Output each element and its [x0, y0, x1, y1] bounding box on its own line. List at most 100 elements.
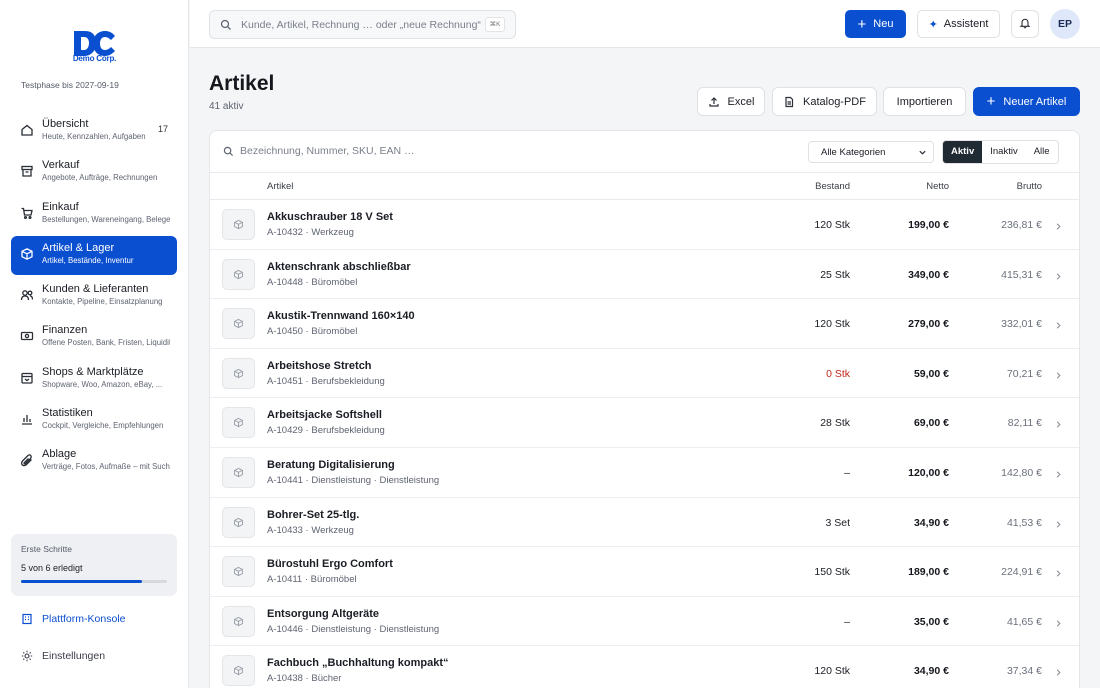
- sidebar-item-einkauf[interactable]: Einkauf Bestellungen, Wareneingang, Bele…: [11, 195, 177, 234]
- sidebar-item-shops[interactable]: Shops & Marktplätze Shopware, Woo, Amazo…: [11, 360, 177, 399]
- column-header-gross[interactable]: Brutto: [1017, 181, 1042, 192]
- article-meta: A-10433 · Werkzeug: [267, 524, 354, 536]
- cart-icon: [20, 206, 34, 220]
- sidebar-item-subtitle: Angebote, Aufträge, Rechnungen: [42, 173, 158, 183]
- article-meta: A-10432 · Werkzeug: [267, 227, 354, 238]
- column-header-article[interactable]: Artikel: [267, 181, 293, 192]
- article-stock: –: [844, 615, 850, 628]
- box-icon: [234, 269, 243, 279]
- sidebar-item-verkauf[interactable]: Verkauf Angebote, Aufträge, Rechnungen: [11, 153, 177, 192]
- table-row[interactable]: Aktenschrank abschließbar A-10448 · Büro…: [210, 250, 1079, 300]
- notifications-button[interactable]: [1011, 10, 1039, 38]
- sidebar-item-title: Shops & Marktplätze: [42, 365, 144, 378]
- sidebar-item-subtitle: Shopware, Woo, Amazon, eBay, ...: [42, 379, 163, 389]
- article-search-input[interactable]: Bezeichnung, Nummer, SKU, EAN …: [240, 145, 415, 157]
- excel-button[interactable]: Excel: [697, 87, 765, 116]
- sidebar-item-uebersicht[interactable]: Übersicht Heute, Kennzahlen, Aufgaben 17: [11, 112, 177, 151]
- table-row[interactable]: Bohrer-Set 25-tlg. A-10433 · Werkzeug 3 …: [210, 498, 1079, 548]
- column-header-net[interactable]: Netto: [926, 181, 949, 192]
- import-button-label: Importieren: [896, 95, 953, 108]
- sidebar-item-title: Übersicht: [42, 118, 89, 130]
- article-net-price: 349,00 €: [908, 268, 949, 281]
- article-thumbnail: [222, 308, 255, 340]
- article-name: Fachbuch „Buchhaltung kompakt“: [267, 657, 449, 670]
- platform-console-link[interactable]: Plattform-Konsole: [21, 613, 125, 625]
- chevron-down-icon: [918, 148, 927, 157]
- archive-icon: [20, 164, 34, 178]
- sidebar-item-title: Finanzen: [42, 324, 88, 337]
- segment-alle[interactable]: Alle: [1026, 141, 1058, 163]
- status-segmented-control: Aktiv Inaktiv Alle: [942, 140, 1059, 164]
- category-select[interactable]: Alle Kategorien: [808, 141, 934, 163]
- new-article-button[interactable]: + Neuer Artikel: [973, 87, 1080, 116]
- sidebar-item-artikel-lager[interactable]: Artikel & Lager Artikel, Bestände, Inven…: [11, 235, 177, 275]
- table-row[interactable]: Akustik-Trennwand 160×140 A-10450 · Büro…: [210, 299, 1079, 349]
- sidebar-item-title: Statistiken: [42, 407, 93, 420]
- box-icon: [20, 247, 34, 261]
- article-name: Akustik-Trennwand 160×140: [267, 310, 415, 323]
- sidebar-item-finanzen[interactable]: Finanzen Offene Posten, Bank, Fristen, L…: [11, 318, 177, 357]
- article-net-price: 199,00 €: [908, 219, 949, 231]
- sidebar-item-subtitle: Kontakte, Pipeline, Einsatzplanung: [42, 297, 163, 307]
- article-meta: A-10441 · Dienstleistung · Dienstleistun…: [267, 474, 440, 486]
- sidebar: Demo Corp. Testphase bis 2027-09-19 Über…: [0, 0, 189, 688]
- table-row[interactable]: Bürostuhl Ergo Comfort A-10411 · Büromöb…: [210, 547, 1079, 597]
- box-icon: [234, 467, 243, 478]
- page-subtitle: 41 aktiv: [209, 101, 244, 112]
- chevron-right-icon: [1054, 418, 1063, 428]
- table-row[interactable]: Fachbuch „Buchhaltung kompakt“ A-10438 ·…: [210, 646, 1079, 688]
- article-meta: A-10438 · Bücher: [267, 673, 342, 685]
- chevron-right-icon: [1054, 468, 1063, 478]
- article-stock: 25 Stk: [820, 268, 850, 281]
- sidebar-item-subtitle: Cockpit, Vergleiche, Empfehlungen: [42, 421, 164, 431]
- article-meta: A-10411 · Büromöbel: [267, 574, 357, 586]
- global-search-placeholder: Kunde, Artikel, Rechnung … oder „neue Re…: [241, 19, 481, 31]
- onboarding-label: Erste Schritte: [21, 544, 73, 554]
- table-row[interactable]: Akkuschrauber 18 V Set A-10432 · Werkzeu…: [210, 200, 1079, 250]
- assistant-button[interactable]: ✦ Assistent: [917, 10, 1000, 38]
- article-gross-price: 332,01 €: [1001, 318, 1042, 331]
- table-row[interactable]: Beratung Digitalisierung A-10441 · Diens…: [210, 448, 1079, 498]
- sun-gear-icon: [21, 650, 33, 662]
- article-net-price: 59,00 €: [913, 367, 949, 380]
- onboarding-progress-bar: [21, 580, 167, 583]
- new-button[interactable]: + Neu: [845, 10, 906, 38]
- article-thumbnail: [222, 506, 255, 538]
- filter-bar: Bezeichnung, Nummer, SKU, EAN … Alle Kat…: [210, 131, 1079, 173]
- segment-aktiv[interactable]: Aktiv: [943, 141, 983, 163]
- sidebar-item-ablage[interactable]: Ablage Verträge, Fotos, Aufmaße – mit Su…: [11, 442, 177, 481]
- box-icon: [234, 666, 243, 676]
- segment-inaktiv[interactable]: Inaktiv: [982, 141, 1025, 163]
- article-stock: 3 Set: [825, 516, 850, 529]
- article-name: Bürostuhl Ergo Comfort: [267, 558, 393, 571]
- table-row[interactable]: Arbeitshose Stretch A-10451 · Berufsbekl…: [210, 349, 1079, 399]
- shortcut-hint: ⌘K: [485, 17, 505, 32]
- upload-icon: [708, 96, 720, 108]
- catalog-pdf-button[interactable]: Katalog-PDF: [772, 87, 877, 116]
- sidebar-item-title: Kunden & Lieferanten: [42, 283, 149, 296]
- sidebar-item-subtitle: Heute, Kennzahlen, Aufgaben: [42, 132, 146, 141]
- article-net-price: 34,90 €: [913, 516, 949, 529]
- global-search-input[interactable]: Kunde, Artikel, Rechnung … oder „neue Re…: [209, 10, 516, 39]
- settings-link[interactable]: Einstellungen: [21, 650, 105, 662]
- article-name: Entsorgung Altgeräte: [267, 607, 380, 620]
- building-icon: [21, 613, 33, 625]
- top-bar: Kunde, Artikel, Rechnung … oder „neue Re…: [190, 0, 1100, 48]
- sidebar-item-title: Artikel & Lager: [42, 241, 115, 254]
- settings-label: Einstellungen: [42, 650, 106, 662]
- document-icon: [783, 96, 795, 108]
- import-button[interactable]: Importieren: [883, 87, 966, 116]
- sidebar-item-statistiken[interactable]: Statistiken Cockpit, Vergleiche, Empfehl…: [11, 401, 177, 440]
- users-icon: [20, 288, 34, 302]
- table-row[interactable]: Arbeitsjacke Softshell A-10429 · Berufsb…: [210, 398, 1079, 448]
- chevron-right-icon: [1054, 270, 1063, 280]
- user-avatar[interactable]: EP: [1050, 9, 1080, 39]
- column-header-stock[interactable]: Bestand: [815, 181, 850, 192]
- onboarding-steps[interactable]: Erste Schritte 5 von 6 erledigt: [11, 534, 177, 596]
- onboarding-count: 5 von 6 erledigt: [21, 563, 83, 573]
- box-icon: [234, 616, 243, 626]
- sparkle-icon: ✦: [928, 18, 938, 31]
- sidebar-item-subtitle: Artikel, Bestände, Inventur: [42, 255, 134, 265]
- sidebar-item-kunden-lieferanten[interactable]: Kunden & Lieferanten Kontakte, Pipeline,…: [11, 277, 177, 316]
- table-row[interactable]: Entsorgung Altgeräte A-10446 · Dienstlei…: [210, 597, 1079, 647]
